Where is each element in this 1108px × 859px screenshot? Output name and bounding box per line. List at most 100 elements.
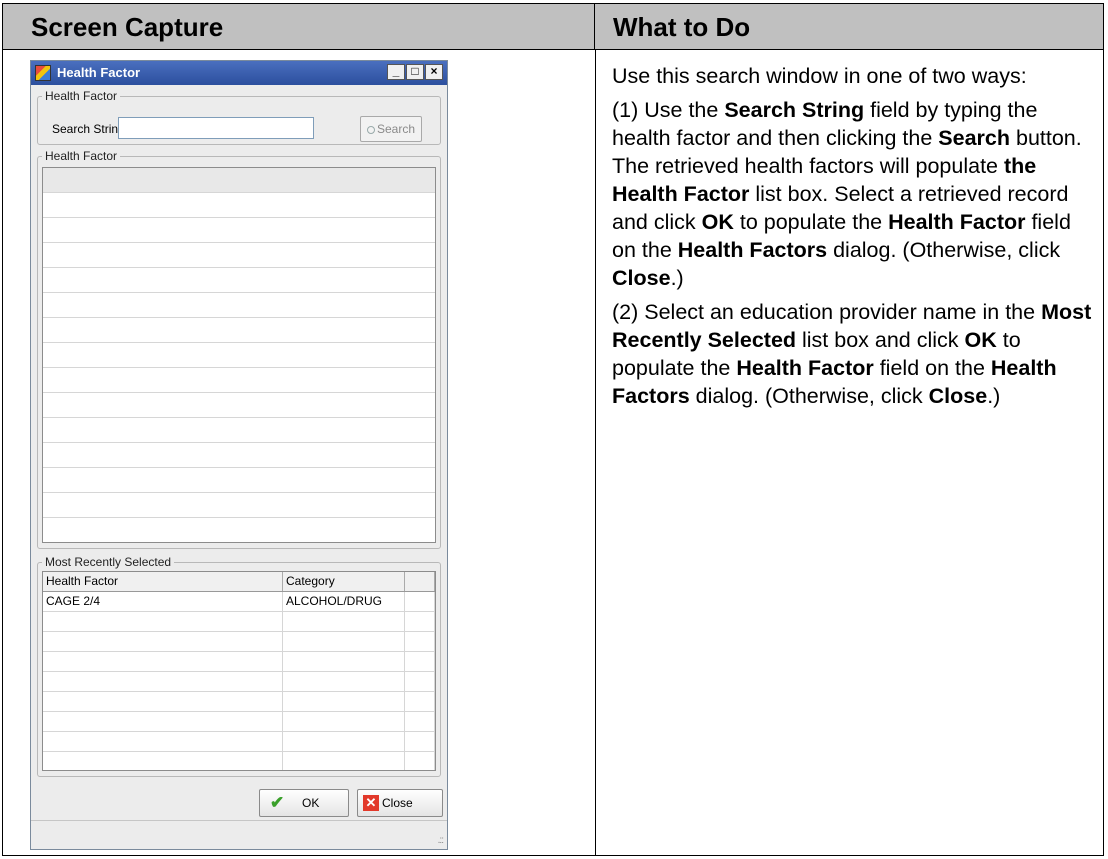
step1-bold: Search [938,126,1011,150]
results-group-legend: Health Factor [45,149,118,163]
list-item[interactable] [43,218,435,243]
close-window-button[interactable]: × [425,64,443,80]
cell-health-factor [43,752,283,770]
list-item[interactable] [43,343,435,368]
step1-bold: Health Factor [888,210,1026,234]
cell-health-factor [43,612,283,631]
search-button[interactable]: Search [360,116,422,142]
app-icon [35,65,51,81]
cell-category [283,652,405,671]
col-category[interactable]: Category [283,572,405,591]
column-divider [595,50,596,855]
table-row[interactable] [43,672,435,692]
search-string-label: Search String [52,122,125,136]
list-item[interactable] [43,318,435,343]
cell-category [283,752,405,770]
step2-text: list box and click [796,328,965,352]
step1-text: to populate the [733,210,889,234]
col-blank [405,572,435,591]
list-item[interactable] [43,168,435,193]
dialog-titlebar[interactable]: Health Factor _ □ × [31,61,447,85]
list-item[interactable] [43,368,435,393]
list-item[interactable] [43,468,435,493]
step-2: (2) Select an education provider name in… [612,298,1098,410]
table-row[interactable] [43,712,435,732]
cell-blank [405,692,435,711]
list-item[interactable] [43,418,435,443]
search-string-input[interactable] [118,117,314,139]
cell-health-factor [43,672,283,691]
resize-grip-icon[interactable]: .:: [438,835,444,846]
window-controls: _ □ × [387,64,443,80]
list-item[interactable] [43,193,435,218]
search-group: Health Factor Search String Search [37,89,441,145]
close-button[interactable]: ✕ Close [357,789,443,817]
grid-rows: CAGE 2/4 ALCOHOL/DRUG [43,592,435,770]
intro-text: Use this search window in one of two way… [612,64,1027,88]
maximize-button[interactable]: □ [406,64,424,80]
list-item[interactable] [43,518,435,542]
grid-header: Health Factor Category [43,572,435,592]
minimize-button[interactable]: _ [387,64,405,80]
cell-category [283,672,405,691]
step2-bold: Health Factor [736,356,874,380]
cell-health-factor [43,632,283,651]
cell-category: ALCOHOL/DRUG [283,592,405,611]
results-group: Health Factor [37,149,441,549]
list-item[interactable] [43,268,435,293]
cell-health-factor [43,732,283,751]
ok-button[interactable]: ✔ OK [259,789,349,817]
step2-bold: OK [964,328,997,352]
table-row[interactable] [43,692,435,712]
cell-category [283,732,405,751]
instructions: Use this search window in one of two way… [612,62,1098,416]
step2-text: .) [987,384,1001,408]
step1-bold: Health Factors [677,238,828,262]
cell-health-factor [43,652,283,671]
cell-blank [405,612,435,631]
dialog-title: Health Factor [57,65,141,80]
cell-health-factor: CAGE 2/4 [43,592,283,611]
cell-blank [405,712,435,731]
screen-capture-header: Screen Capture [3,4,595,50]
cell-blank [405,632,435,651]
table-row[interactable] [43,652,435,672]
cell-blank [405,672,435,691]
list-item[interactable] [43,243,435,268]
close-button-label: Close [382,796,413,810]
list-item[interactable] [43,493,435,518]
step1-bold: OK [701,210,734,234]
table-row[interactable] [43,732,435,752]
cell-category [283,692,405,711]
list-item[interactable] [43,293,435,318]
recent-grid[interactable]: Health Factor Category CAGE 2/4 ALCOHOL/D… [42,571,436,771]
list-item[interactable] [43,443,435,468]
list-item[interactable] [43,393,435,418]
health-factor-dialog: Health Factor _ □ × Health Factor Search… [30,60,448,850]
table-row[interactable] [43,632,435,652]
close-x-icon: ✕ [363,795,379,811]
cell-category [283,632,405,651]
status-bar: .:: [31,820,447,849]
search-group-legend: Health Factor [45,89,118,103]
ok-button-label: OK [302,796,320,810]
table-row[interactable]: CAGE 2/4 ALCOHOL/DRUG [43,592,435,612]
health-factor-listbox[interactable] [42,167,436,543]
step1-text: .) [670,266,684,290]
recent-group-legend: Most Recently Selected [45,555,172,569]
search-button-label: Search [376,122,416,136]
recent-group: Most Recently Selected Health Factor Cat… [37,555,441,777]
step2-text: dialog. (Otherwise, click [689,384,929,408]
checkmark-icon: ✔ [270,793,285,812]
cell-health-factor [43,712,283,731]
cell-blank [405,592,435,611]
step1-text: dialog. (Otherwise, click [827,238,1061,262]
col-health-factor[interactable]: Health Factor [43,572,283,591]
cell-blank [405,752,435,770]
table-row[interactable] [43,612,435,632]
cell-category [283,712,405,731]
step1-text: (1) Use the [612,98,725,122]
table-row[interactable] [43,752,435,770]
step2-bold: Close [928,384,988,408]
cell-blank [405,652,435,671]
